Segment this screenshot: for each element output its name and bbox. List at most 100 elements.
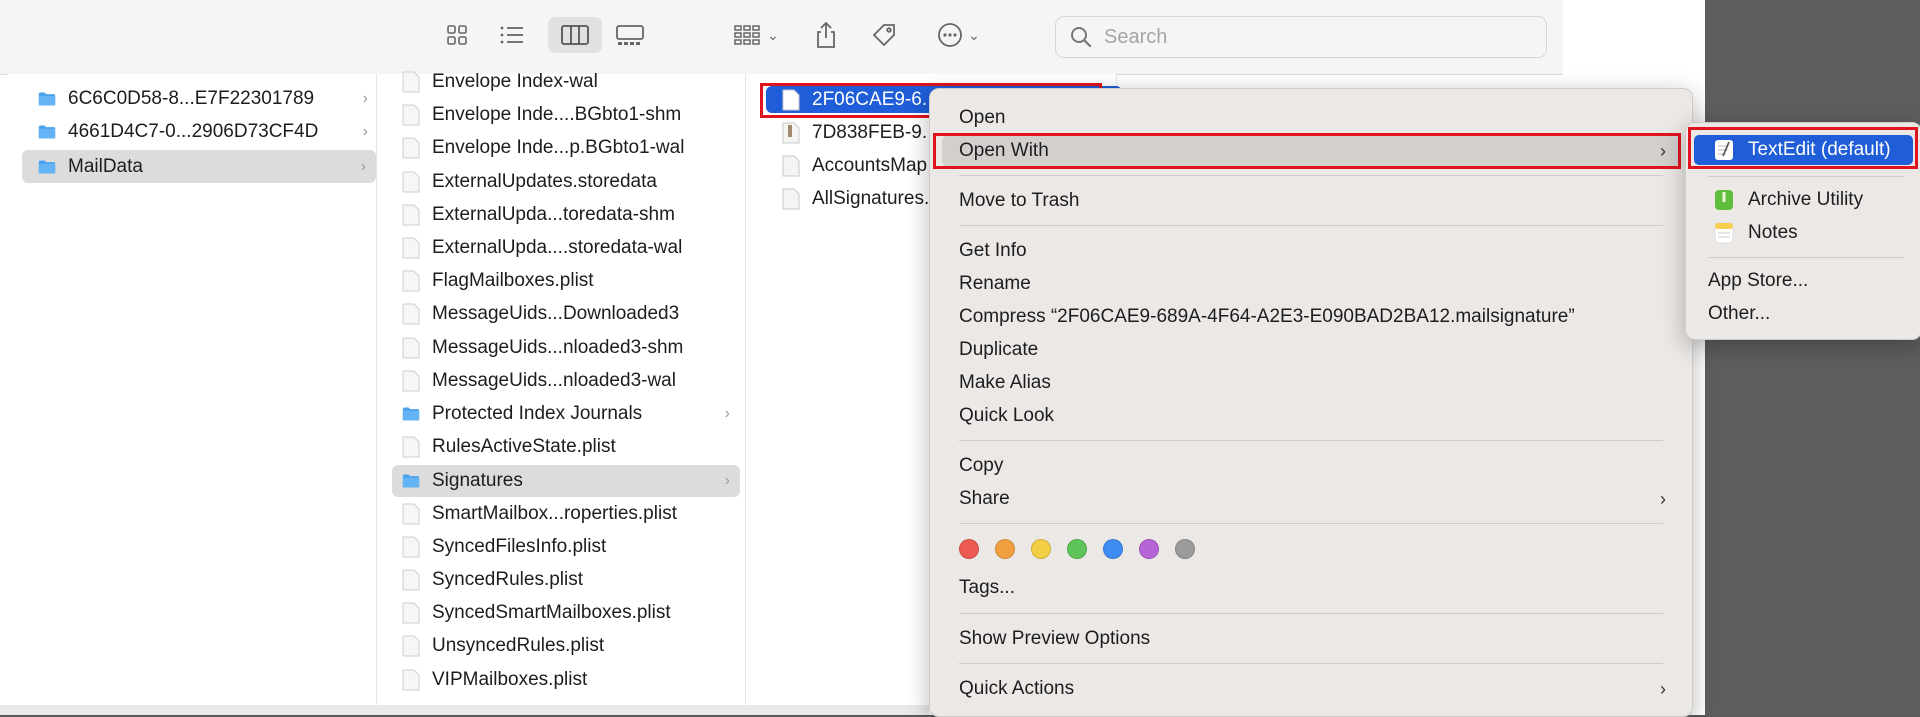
list-view-button[interactable] bbox=[490, 17, 534, 53]
item-label: AllSignatures. bbox=[812, 188, 930, 209]
archive-utility-app-icon bbox=[1715, 190, 1733, 210]
tag-color-dot[interactable] bbox=[1067, 539, 1087, 559]
document-icon bbox=[402, 370, 420, 392]
list-item-maildata[interactable]: MailData › bbox=[22, 150, 376, 183]
list-item-signatures[interactable]: Signatures › bbox=[392, 465, 740, 498]
tag-colors-row bbox=[959, 539, 1195, 559]
list-item[interactable]: Envelope Inde....BGbto1-shm bbox=[392, 100, 740, 130]
item-label: ExternalUpda...toredata-shm bbox=[432, 203, 675, 225]
list-item[interactable]: VIPMailboxes.plist bbox=[392, 665, 740, 695]
menu-item-make-alias[interactable]: Make Alias bbox=[942, 368, 1680, 398]
list-item[interactable]: 6C6C0D58-8...E7F22301789 › bbox=[22, 84, 378, 114]
share-button[interactable] bbox=[804, 17, 848, 53]
document-icon bbox=[402, 237, 420, 259]
menu-item-label: Open bbox=[959, 107, 1006, 128]
menu-item-compress[interactable]: Compress “2F06CAE9-689A-4F64-A2E3-E090BA… bbox=[942, 302, 1680, 332]
list-item[interactable]: Protected Index Journals › bbox=[392, 399, 740, 429]
submenu-item-other[interactable]: Other... bbox=[1694, 299, 1913, 329]
menu-separator bbox=[1708, 257, 1904, 258]
search-icon bbox=[1071, 27, 1092, 48]
item-label: MailData bbox=[68, 155, 143, 177]
search-input[interactable] bbox=[1102, 24, 1526, 50]
submenu-item-archive-utility[interactable]: Archive Utility bbox=[1694, 185, 1913, 215]
menu-item-tags[interactable]: Tags... bbox=[942, 573, 1680, 603]
submenu-item-label: Other... bbox=[1708, 303, 1771, 324]
menu-item-move-to-trash[interactable]: Move to Trash bbox=[942, 186, 1680, 216]
item-label: 7D838FEB-9. bbox=[812, 122, 928, 143]
list-item[interactable]: Envelope Inde...p.BGbto1-wal bbox=[392, 133, 740, 163]
list-item[interactable]: ExternalUpdates.storedata bbox=[392, 167, 740, 197]
list-item[interactable]: ExternalUpda....storedata-wal bbox=[392, 233, 740, 263]
submenu-item-app-store[interactable]: App Store... bbox=[1694, 266, 1913, 296]
list-item[interactable]: SmartMailbox...roperties.plist bbox=[392, 499, 740, 529]
menu-item-label: Quick Look bbox=[959, 405, 1055, 426]
menu-item-open-with[interactable]: Open With › bbox=[942, 136, 1680, 166]
list-item[interactable]: RulesActiveState.plist bbox=[392, 432, 740, 462]
menu-item-rename[interactable]: Rename bbox=[942, 269, 1680, 299]
menu-item-show-preview-options[interactable]: Show Preview Options bbox=[942, 624, 1680, 654]
tag-color-dot[interactable] bbox=[1175, 539, 1195, 559]
document-icon bbox=[402, 669, 420, 691]
archive-file-icon bbox=[782, 122, 800, 144]
list-item[interactable]: SyncedSmartMailboxes.plist bbox=[392, 598, 740, 628]
group-by-button[interactable]: ⌄ bbox=[726, 17, 786, 53]
columns-icon bbox=[561, 25, 589, 45]
item-label: Envelope Inde...p.BGbto1-wal bbox=[432, 137, 685, 159]
document-icon bbox=[402, 71, 420, 93]
submenu-item-notes[interactable]: Notes bbox=[1694, 218, 1913, 248]
menu-item-quick-look[interactable]: Quick Look bbox=[942, 401, 1680, 431]
tag-color-dot[interactable] bbox=[995, 539, 1015, 559]
chevron-right-icon: › bbox=[1660, 140, 1666, 161]
item-label: VIPMailboxes.plist bbox=[432, 668, 588, 690]
tag-color-dot[interactable] bbox=[1031, 539, 1051, 559]
submenu-item-label: Notes bbox=[1748, 222, 1798, 243]
desktop-background bbox=[1705, 0, 1920, 715]
list-item[interactable]: MessageUids...nloaded3-shm bbox=[392, 333, 740, 363]
list-item[interactable]: Envelope Index-wal bbox=[392, 67, 740, 97]
list-item[interactable]: MessageUids...Downloaded3 bbox=[392, 299, 740, 329]
textedit-app-icon bbox=[1715, 140, 1733, 160]
gallery-view-button[interactable] bbox=[608, 17, 652, 53]
item-label: 6C6C0D58-8...E7F22301789 bbox=[68, 88, 315, 109]
chevron-right-icon: › bbox=[362, 90, 368, 107]
document-icon bbox=[402, 137, 420, 159]
document-icon bbox=[402, 536, 420, 558]
menu-item-duplicate[interactable]: Duplicate bbox=[942, 335, 1680, 365]
folder-icon bbox=[402, 407, 420, 421]
list-item[interactable]: FlagMailboxes.plist bbox=[392, 266, 740, 296]
tag-color-dot[interactable] bbox=[959, 539, 979, 559]
folder-icon bbox=[38, 125, 56, 139]
menu-item-open[interactable]: Open bbox=[942, 103, 1680, 133]
list-item[interactable]: ExternalUpda...toredata-shm bbox=[392, 200, 740, 230]
document-icon bbox=[402, 303, 420, 325]
grid-icon bbox=[447, 25, 467, 45]
icon-view-button[interactable] bbox=[435, 17, 479, 53]
submenu-item-textedit[interactable]: TextEdit (default) bbox=[1694, 135, 1913, 165]
menu-item-share[interactable]: Share › bbox=[942, 484, 1680, 514]
tags-button[interactable] bbox=[862, 17, 906, 53]
list-item[interactable]: UnsyncedRules.plist bbox=[392, 631, 740, 661]
menu-item-quick-actions[interactable]: Quick Actions › bbox=[942, 674, 1680, 704]
menu-item-label: Move to Trash bbox=[959, 190, 1080, 211]
more-actions-button[interactable]: ⌄ bbox=[928, 17, 988, 53]
list-item[interactable]: MessageUids...nloaded3-wal bbox=[392, 366, 740, 396]
item-label: Envelope Inde....BGbto1-shm bbox=[432, 104, 682, 126]
list-item[interactable]: SyncedFilesInfo.plist bbox=[392, 532, 740, 562]
search-field[interactable] bbox=[1055, 16, 1547, 58]
document-icon bbox=[402, 171, 420, 193]
item-label: ExternalUpdates.storedata bbox=[432, 170, 657, 192]
submenu-item-label: TextEdit (default) bbox=[1748, 139, 1891, 160]
document-icon bbox=[402, 602, 420, 624]
tag-color-dot[interactable] bbox=[1139, 539, 1159, 559]
menu-item-get-info[interactable]: Get Info bbox=[942, 236, 1680, 266]
tag-color-dot[interactable] bbox=[1103, 539, 1123, 559]
list-item[interactable]: 4661D4C7-0...2906D73CF4D › bbox=[22, 117, 378, 147]
menu-item-copy[interactable]: Copy bbox=[942, 451, 1680, 481]
menu-item-label: Compress “2F06CAE9-689A-4F64-A2E3-E090BA… bbox=[959, 306, 1575, 327]
document-icon bbox=[402, 436, 420, 458]
column-view-button[interactable] bbox=[548, 17, 602, 53]
item-label: 4661D4C7-0...2906D73CF4D bbox=[68, 121, 319, 142]
list-item[interactable]: SyncedRules.plist bbox=[392, 565, 740, 595]
menu-separator bbox=[959, 440, 1663, 441]
notes-app-icon bbox=[1714, 222, 1734, 244]
